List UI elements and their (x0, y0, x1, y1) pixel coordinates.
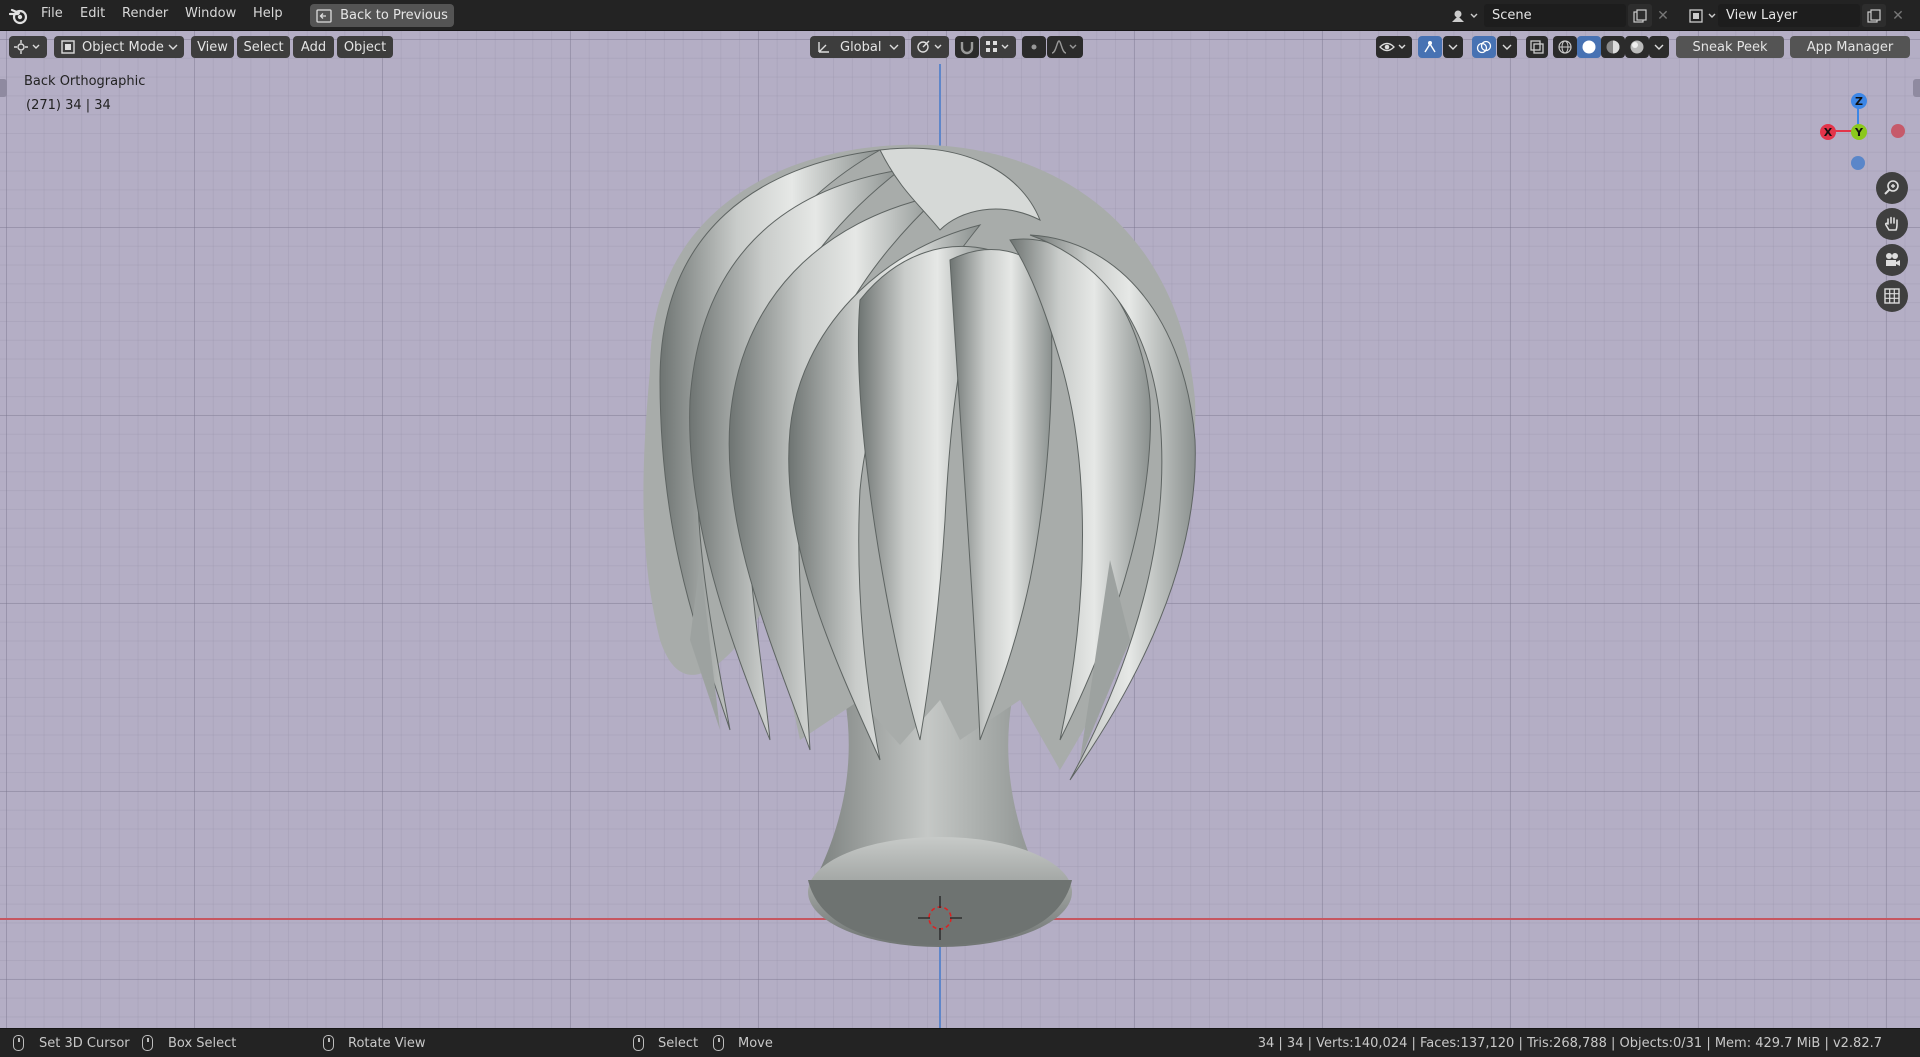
mouse-left-icon (13, 1035, 24, 1051)
status-bar: Set 3D Cursor Box Select Rotate View Sel… (0, 1028, 1920, 1057)
gizmo-x-axis[interactable]: X (1820, 124, 1836, 140)
back-to-previous-button[interactable]: Back to Previous (310, 4, 454, 27)
pan-view-button[interactable] (1876, 208, 1908, 240)
status-move: Move (738, 1036, 773, 1051)
blender-logo-icon[interactable] (8, 5, 30, 27)
mouse-right-icon (633, 1035, 644, 1051)
menu-window[interactable]: Window (185, 6, 236, 21)
status-set-3d-cursor: Set 3D Cursor (39, 1036, 130, 1051)
gizmo-z-label: Z (1855, 94, 1863, 108)
new-view-layer-icon[interactable] (1862, 4, 1886, 27)
status-box-select: Box Select (168, 1036, 237, 1051)
mouse-right-drag-icon (713, 1035, 724, 1051)
navigation-gizmo[interactable]: Z Y X (1810, 73, 1910, 173)
menu-edit[interactable]: Edit (80, 6, 105, 21)
status-select: Select (658, 1036, 699, 1051)
back-to-previous-label: Back to Previous (340, 8, 448, 23)
top-menu-bar: File Edit Render Window Help Back to Pre… (0, 0, 1920, 31)
delete-scene-icon[interactable]: ✕ (1653, 4, 1673, 27)
new-scene-icon[interactable] (1628, 4, 1652, 27)
gizmo-z-axis[interactable]: Z (1851, 93, 1867, 109)
scene-name-label: Scene (1492, 8, 1532, 23)
camera-icon (1886, 253, 1900, 266)
menu-render[interactable]: Render (122, 6, 168, 21)
zoom-icon (1884, 180, 1899, 195)
3d-viewport[interactable]: Object Mode View Select Add Object Globa… (0, 31, 1920, 1028)
scene-type-icon[interactable] (1448, 5, 1482, 27)
mouse-middle-icon (323, 1035, 334, 1051)
camera-view-button[interactable] (1876, 244, 1908, 276)
grid-icon (1884, 288, 1900, 304)
gizmo-x-label: X (1823, 125, 1833, 139)
hand-icon (1884, 216, 1898, 231)
gizmo-y-axis[interactable]: Y (1851, 124, 1867, 140)
mouse-drag-icon (142, 1035, 153, 1051)
back-icon (316, 8, 332, 23)
zoom-view-button[interactable] (1876, 172, 1908, 204)
view-layer-icon[interactable] (1686, 5, 1720, 27)
view-layer-field[interactable]: View Layer (1718, 4, 1860, 27)
toggle-perspective-button[interactable] (1876, 280, 1908, 312)
hair-mesh-model[interactable] (0, 31, 1920, 1028)
menu-help[interactable]: Help (253, 6, 283, 21)
delete-view-layer-icon[interactable]: ✕ (1888, 4, 1908, 27)
status-rotate-view: Rotate View (348, 1036, 426, 1051)
gizmo-y-label: Y (1855, 125, 1863, 139)
view-layer-label: View Layer (1726, 8, 1798, 23)
scene-name-field[interactable]: Scene (1484, 4, 1626, 27)
scene-statistics: 34 | 34 | Verts:140,024 | Faces:137,120 … (1257, 1036, 1882, 1051)
menu-file[interactable]: File (41, 6, 63, 21)
